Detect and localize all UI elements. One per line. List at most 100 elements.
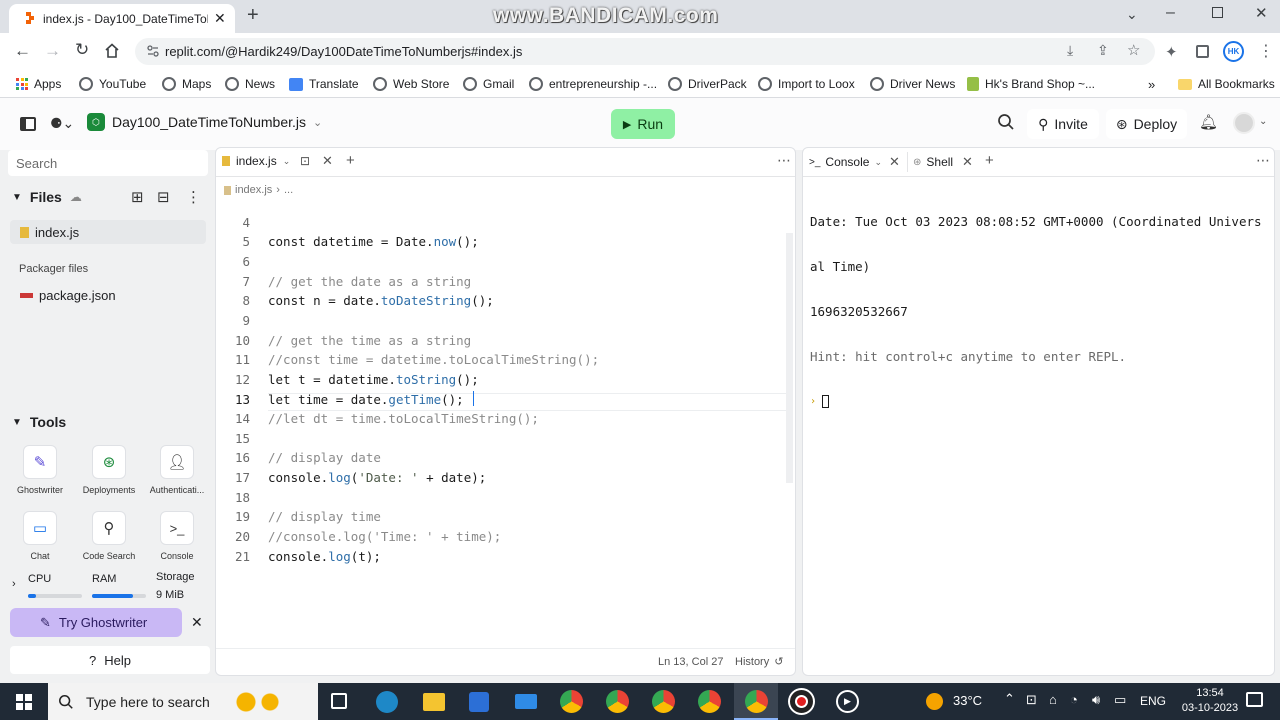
tool-deployments[interactable]: ⊛ Deployments — [79, 445, 139, 495]
search-icon[interactable] — [997, 113, 1015, 131]
taskbar-clock[interactable]: 13:54 03-10-2023 — [1180, 686, 1240, 716]
chrome-icon[interactable] — [652, 690, 675, 713]
tray-expand-icon[interactable]: ⌃ — [1004, 691, 1015, 707]
new-tab-icon[interactable]: + — [985, 152, 994, 169]
bookmark-driverpack[interactable]: DriverPack — [668, 77, 747, 91]
tool-ghostwriter[interactable]: ✎ Ghostwriter — [10, 445, 70, 495]
bookmark-star-icon[interactable]: ☆ — [1127, 41, 1140, 59]
file-item-package-json[interactable]: package.json — [20, 288, 116, 303]
notifications-bell-icon[interactable]: 🔔︎ — [1199, 113, 1218, 131]
forward-icon[interactable]: → — [44, 41, 61, 61]
bookmark-maps[interactable]: Maps — [162, 77, 211, 91]
new-folder-icon[interactable]: ⊟ — [157, 188, 170, 206]
maximize-icon[interactable] — [1212, 7, 1223, 18]
files-section-header[interactable]: ▼ Files ☁︎ — [12, 189, 82, 205]
cursor-position[interactable]: Ln 13, Col 27 — [658, 656, 723, 668]
breadcrumb-more[interactable]: ... — [284, 184, 293, 196]
taskbar-search-box[interactable]: Type here to search — [48, 683, 318, 720]
bookmark-gmail[interactable]: Gmail — [463, 77, 514, 91]
windows-start-icon[interactable] — [16, 694, 32, 710]
close-shell-icon[interactable]: ✕ — [962, 154, 973, 170]
share-icon[interactable]: ⇪ — [1097, 42, 1109, 59]
battery-icon[interactable]: ▭ — [1114, 692, 1126, 708]
tab-index-js[interactable]: index.js ⌄ — [222, 154, 290, 168]
profile-avatar[interactable]: HK — [1223, 41, 1244, 62]
active-chrome-taskbar-button[interactable] — [734, 683, 778, 720]
notification-center-icon[interactable] — [1246, 692, 1263, 707]
bookmark-brand-shop[interactable]: Hk's Brand Shop ~... — [967, 77, 1095, 91]
task-view-icon[interactable] — [331, 693, 347, 709]
files-menu-icon[interactable]: ⋮ — [186, 188, 201, 206]
install-app-icon[interactable]: ⤓ — [1067, 42, 1073, 59]
sidebar-toggle-icon[interactable] — [20, 117, 36, 131]
url-text[interactable]: replit.com/@Hardik249/Day100DateTimeToNu… — [165, 44, 522, 59]
file-item-index-js[interactable]: index.js — [10, 220, 206, 244]
wifi-icon[interactable]: ◔ — [1070, 692, 1078, 707]
tool-code-search[interactable]: ⚲ Code Search — [79, 511, 139, 561]
resources-expand-icon[interactable]: › — [12, 578, 16, 590]
tool-chat[interactable]: ▭ Chat — [10, 511, 70, 561]
bookmark-news[interactable]: News — [225, 77, 275, 91]
more-bookmarks-icon[interactable]: » — [1148, 77, 1155, 92]
record-icon[interactable] — [790, 690, 813, 713]
minimize-icon[interactable]: – — [1166, 4, 1175, 22]
console-menu-icon[interactable]: ⋯ — [1256, 152, 1270, 169]
back-icon[interactable]: ← — [14, 41, 31, 61]
chrome-icon[interactable] — [560, 690, 583, 713]
bookmark-apps[interactable]: Apps — [16, 77, 61, 91]
sidebar-search-input[interactable]: Search — [8, 150, 208, 176]
mail-icon[interactable] — [515, 694, 537, 709]
media-player-icon[interactable]: ▶ — [836, 690, 859, 713]
bookmark-import-to-loox[interactable]: Import to Loox — [758, 77, 855, 91]
tab-close-icon[interactable]: ✕ — [214, 10, 226, 27]
try-ghostwriter-button[interactable]: ✎ Try Ghostwriter — [10, 608, 182, 637]
history-button[interactable]: History ↺ — [735, 655, 783, 669]
replit-logo-menu-icon[interactable]: ⚈⌄ — [50, 115, 74, 132]
tool-console[interactable]: >_ Console — [147, 511, 207, 561]
split-pane-icon[interactable]: ⊡ — [300, 154, 310, 168]
bookmark-web-store[interactable]: Web Store — [373, 77, 449, 91]
close-tab-icon[interactable]: ✕ — [322, 153, 333, 169]
invite-button[interactable]: ⚲ Invite — [1027, 109, 1099, 139]
extensions-icon[interactable]: ✦ — [1165, 43, 1178, 61]
editor-scrollbar[interactable] — [786, 233, 793, 483]
bookmark-translate[interactable]: Translate — [289, 77, 359, 91]
temperature[interactable]: 33°C — [953, 693, 982, 708]
chrome-menu-icon[interactable]: ⋮ — [1258, 41, 1274, 61]
edge-icon[interactable] — [376, 691, 398, 713]
tool-authentication[interactable]: 👤︎ Authenticati... — [147, 445, 207, 495]
user-avatar[interactable] — [1233, 112, 1255, 134]
editor-menu-icon[interactable]: ⋯ — [777, 152, 791, 169]
help-button[interactable]: ? Help — [10, 646, 210, 674]
input-language[interactable]: ENG — [1140, 694, 1166, 708]
browser-tab[interactable]: index.js - Day100_DateTimeToN ✕ — [9, 4, 235, 33]
site-info-icon[interactable] — [147, 44, 159, 58]
volume-icon[interactable]: 🔊︎ — [1092, 692, 1100, 708]
new-tab-icon[interactable]: + — [247, 4, 259, 27]
run-button[interactable]: ▶ Run — [611, 109, 675, 139]
tab-shell[interactable]: ⊛ Shell — [913, 155, 953, 169]
tray-app-icon[interactable]: ⊡ — [1026, 692, 1037, 708]
bookmark-youtube[interactable]: YouTube — [79, 77, 146, 91]
breadcrumb-file[interactable]: index.js — [235, 184, 272, 196]
new-tab-icon[interactable]: + — [346, 152, 355, 169]
tab-search-chevron-icon[interactable]: ⌄ — [1126, 6, 1138, 23]
store-icon[interactable] — [469, 692, 489, 712]
tab-console[interactable]: >_ Console ⌄ — [809, 155, 882, 169]
repl-name-button[interactable]: ⬡ Day100_DateTimeToNumber.js ⌄ — [87, 113, 322, 131]
home-icon[interactable] — [104, 43, 120, 58]
side-panel-icon[interactable] — [1196, 45, 1209, 58]
close-console-icon[interactable]: ✕ — [889, 154, 900, 170]
deploy-button[interactable]: ⊛ Deploy — [1106, 109, 1187, 139]
dismiss-ghostwriter-icon[interactable]: ✕ — [191, 614, 203, 631]
chrome-icon[interactable] — [606, 690, 629, 713]
bookmark-driver-news[interactable]: Driver News — [870, 77, 955, 91]
bookmark-entrepreneurship[interactable]: entrepreneurship -... — [529, 77, 657, 91]
file-explorer-icon[interactable] — [423, 693, 445, 711]
new-file-icon[interactable]: ⊞ — [131, 188, 144, 206]
reload-icon[interactable]: ↻ — [75, 40, 89, 60]
window-close-icon[interactable]: ✕ — [1255, 4, 1268, 22]
tools-section-header[interactable]: ▼ Tools — [12, 414, 66, 430]
weather-sun-icon[interactable] — [926, 693, 943, 710]
console-output[interactable]: Date: Tue Oct 03 2023 08:08:52 GMT+0000 … — [810, 184, 1262, 424]
